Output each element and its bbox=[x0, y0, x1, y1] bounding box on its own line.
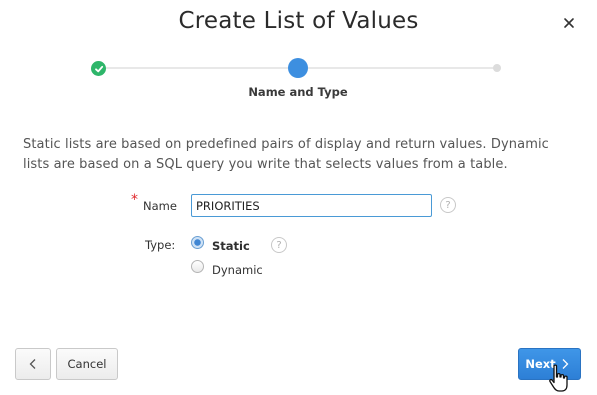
name-label: Name bbox=[143, 199, 177, 213]
wizard-step-complete bbox=[91, 61, 106, 76]
description-text: Static lists are based on predefined pai… bbox=[23, 137, 549, 172]
dialog-title: Create List of Values bbox=[178, 8, 419, 34]
cancel-button[interactable]: Cancel bbox=[56, 348, 118, 380]
wizard-track-right bbox=[308, 67, 494, 69]
back-button[interactable] bbox=[15, 348, 51, 380]
chevron-left-icon bbox=[29, 359, 36, 369]
radio-static-label[interactable]: Static bbox=[212, 239, 250, 253]
type-help-icon[interactable]: ? bbox=[271, 237, 287, 253]
type-label: Type: bbox=[145, 238, 176, 252]
wizard-track-left bbox=[106, 67, 288, 69]
close-icon[interactable] bbox=[563, 17, 575, 29]
check-icon bbox=[94, 65, 103, 72]
name-help-icon[interactable]: ? bbox=[440, 197, 456, 213]
close-button[interactable] bbox=[559, 13, 579, 33]
chevron-right-icon bbox=[562, 359, 569, 369]
next-button-label: Next bbox=[525, 357, 556, 371]
next-button[interactable]: Next bbox=[518, 348, 581, 380]
wizard-step-label: Name and Type bbox=[248, 85, 348, 99]
wizard-step-upcoming bbox=[493, 64, 501, 72]
required-indicator: * bbox=[131, 192, 138, 208]
name-input[interactable] bbox=[191, 194, 432, 217]
radio-static[interactable] bbox=[191, 236, 204, 249]
radio-dynamic[interactable] bbox=[191, 260, 204, 273]
wizard-step-current bbox=[288, 58, 308, 78]
radio-dynamic-label[interactable]: Dynamic bbox=[212, 263, 263, 277]
